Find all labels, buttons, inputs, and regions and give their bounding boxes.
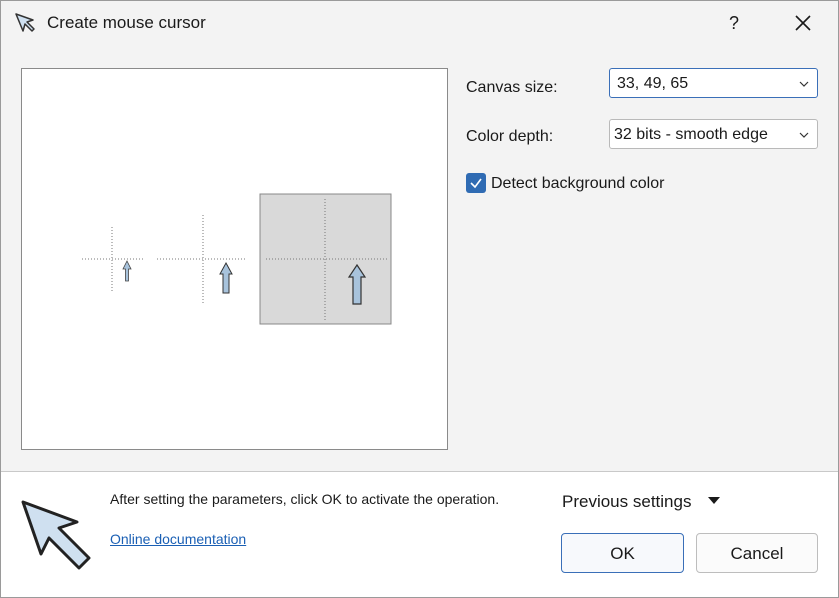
close-icon[interactable] [787,7,819,39]
color-depth-label: Color depth: [466,128,554,145]
dialog-title: Create mouse cursor [47,13,206,32]
small-cursor-preview [122,260,132,282]
ok-button[interactable]: OK [561,533,684,573]
cursor-preview [21,68,448,450]
create-cursor-dialog: Create mouse cursor ? Canvas size: 33, 4… [0,0,839,598]
detect-background-label[interactable]: Detect background color [491,175,664,193]
canvas-size-value: 33, 49, 65 [617,75,689,92]
canvas-size-select[interactable]: 33, 49, 65 [609,68,818,98]
previous-settings-menu[interactable]: Previous settings [562,492,691,512]
preview-canvas [82,193,392,325]
color-depth-select[interactable]: 32 bits - smooth edge [609,119,818,149]
help-button[interactable]: ? [719,7,749,39]
chevron-down-icon [799,132,809,138]
chevron-down-icon [799,81,809,87]
checkmark-icon [470,178,482,189]
hint-text: After setting the parameters, click OK t… [110,491,500,507]
titlebar: Create mouse cursor ? [1,1,838,45]
footer: After setting the parameters, click OK t… [1,472,838,597]
canvas-size-label: Canvas size: [466,79,558,96]
caret-down-icon[interactable] [708,497,720,504]
detect-background-checkbox[interactable] [466,173,486,193]
medium-cursor-preview [219,261,233,294]
cancel-button[interactable]: Cancel [696,533,818,573]
color-depth-value: 32 bits - smooth edge [614,126,768,143]
online-documentation-link[interactable]: Online documentation [110,531,246,547]
cursor-arrow-icon [15,13,35,32]
cursor-arrow-icon [21,500,91,570]
